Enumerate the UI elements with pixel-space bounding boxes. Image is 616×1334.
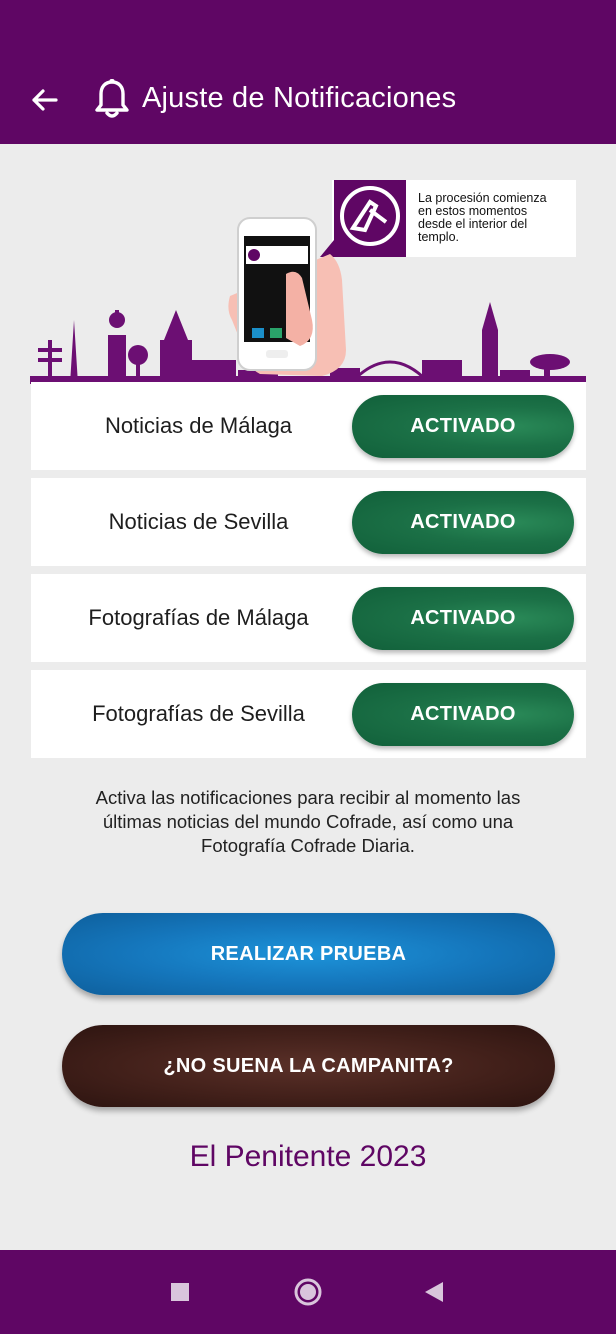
page-title: Ajuste de Notificaciones [142, 82, 457, 114]
square-icon [171, 1283, 189, 1301]
setting-label: Noticias de Málaga [104, 413, 293, 438]
toggle-fotografias-malaga[interactable]: ACTIVADO [352, 587, 574, 650]
notification-text-4: templo. [418, 230, 459, 244]
setting-label: Fotografías de Sevilla [92, 701, 305, 726]
nav-back-button[interactable] [404, 1250, 464, 1334]
setting-card-fotografias-sevilla: Fotografías de Sevilla ACTIVADO [31, 670, 586, 758]
bell-icon [95, 79, 129, 118]
footer-brand: El Penitente 2023 [189, 1140, 427, 1173]
setting-label: Fotografías de Málaga [88, 605, 309, 630]
home-button[interactable] [278, 1250, 338, 1334]
notification-popup: La procesión comienza en estos momentos … [320, 180, 576, 257]
system-nav-bar [0, 1250, 616, 1334]
bell-help-button[interactable]: ¿NO SUENA LA CAMPANITA? [62, 1025, 555, 1107]
circle-icon [294, 1278, 322, 1306]
notification-text-3: desde el interior del [418, 217, 527, 231]
info-line: últimas noticias del mundo Cofrade, así … [102, 811, 514, 832]
setting-card-noticias-malaga: Noticias de Málaga ACTIVADO [31, 382, 586, 470]
recents-button[interactable] [150, 1250, 210, 1334]
toggle-noticias-sevilla[interactable]: ACTIVADO [352, 491, 574, 554]
setting-label: Noticias de Sevilla [108, 509, 289, 534]
info-line: Activa las notificaciones para recibir a… [95, 787, 521, 808]
info-line: Fotografía Cofrade Diaria. [201, 835, 415, 856]
test-notification-button[interactable]: REALIZAR PRUEBA [62, 913, 555, 995]
notification-text-2: en estos momentos [418, 204, 527, 218]
notification-text-1: La procesión comienza [418, 191, 547, 205]
arrow-left-icon [32, 89, 58, 111]
hero-illustration: La procesión comienza en estos momentos … [30, 180, 586, 384]
setting-card-fotografias-malaga: Fotografías de Málaga ACTIVADO [31, 574, 586, 662]
info-text: Activa las notificaciones para recibir a… [40, 786, 576, 858]
toggle-noticias-malaga[interactable]: ACTIVADO [352, 395, 574, 458]
back-button[interactable] [24, 80, 64, 120]
triangle-back-icon [425, 1282, 443, 1302]
setting-card-noticias-sevilla: Noticias de Sevilla ACTIVADO [31, 478, 586, 566]
phone-illustration [228, 217, 346, 376]
toggle-fotografias-sevilla[interactable]: ACTIVADO [352, 683, 574, 746]
app-bar: Ajuste de Notificaciones [0, 0, 616, 144]
